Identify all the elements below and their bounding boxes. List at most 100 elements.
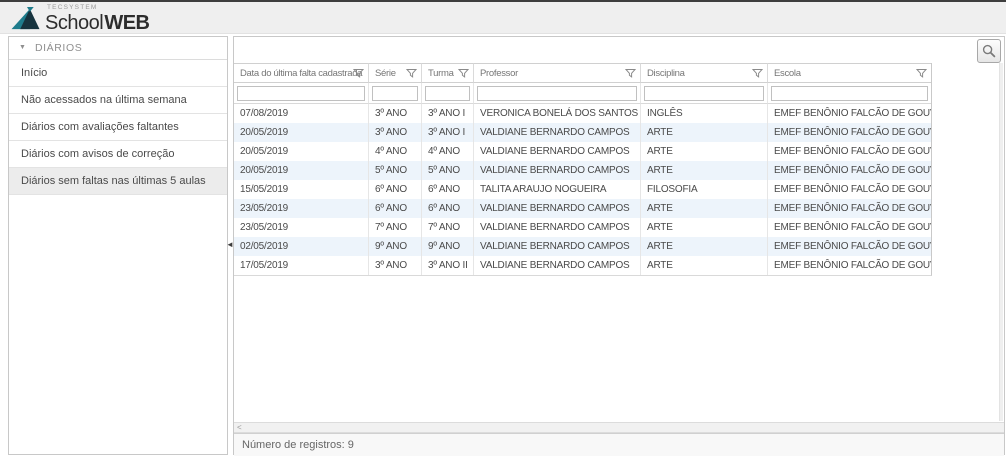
table-cell: 6º ANO xyxy=(369,180,422,199)
table-body: 07/08/20193º ANO3º ANO IVERONICA BONELÁ … xyxy=(234,104,931,275)
sidebar-item-avisos-correcao[interactable]: Diários com avisos de correção xyxy=(9,141,227,168)
table-cell: ARTE xyxy=(641,123,768,142)
sidebar-item-nao-acessados[interactable]: Não acessados na última semana xyxy=(9,87,227,114)
table-cell: FILOSOFIA xyxy=(641,180,768,199)
table-row[interactable]: 20/05/20193º ANO3º ANO IVALDIANE BERNARD… xyxy=(234,123,931,142)
brand-name-secondary: WEB xyxy=(104,12,149,34)
table-cell: VALDIANE BERNARDO CAMPOS xyxy=(474,256,641,275)
table-row[interactable]: 20/05/20194º ANO4º ANOVALDIANE BERNARDO … xyxy=(234,142,931,161)
column-label: Turma xyxy=(428,68,454,79)
filter-funnel-icon[interactable] xyxy=(625,68,636,79)
filter-cell xyxy=(234,83,369,104)
sidebar-group-title: DIÁRIOS xyxy=(35,42,82,54)
status-bar: Número de registros: 9 xyxy=(234,433,1004,456)
table-cell: EMEF BENÔNIO FALCÃO DE GOUVÊA xyxy=(768,237,931,256)
column-header-serie[interactable]: Série xyxy=(369,63,422,83)
table-cell: VALDIANE BERNARDO CAMPOS xyxy=(474,199,641,218)
table-cell: 6º ANO xyxy=(422,199,474,218)
table-cell: 5º ANO xyxy=(422,161,474,180)
table-row[interactable]: 20/05/20195º ANO5º ANOVALDIANE BERNARDO … xyxy=(234,161,931,180)
table-cell: EMEF BENÔNIO FALCÃO DE GOUVÊA xyxy=(768,199,931,218)
table-cell: EMEF BENÔNIO FALCÃO DE GOUVÊA xyxy=(768,142,931,161)
column-header-data-ultima-falta[interactable]: Data do última falta cadastrada xyxy=(234,63,369,83)
table-cell: EMEF BENÔNIO FALCÃO DE GOUVÊA xyxy=(768,180,931,199)
search-icon xyxy=(982,44,996,58)
records-grid: Data do última falta cadastrada Série Tu… xyxy=(234,63,932,276)
table-row[interactable]: 23/05/20196º ANO6º ANOVALDIANE BERNARDO … xyxy=(234,199,931,218)
table-cell: 6º ANO xyxy=(422,180,474,199)
table-cell: 20/05/2019 xyxy=(234,161,369,180)
sidebar-item-avaliacoes-faltantes[interactable]: Diários com avaliações faltantes xyxy=(9,114,227,141)
table-cell: 9º ANO xyxy=(422,237,474,256)
table-row[interactable]: 15/05/20196º ANO6º ANOTALITA ARAUJO NOGU… xyxy=(234,180,931,199)
filter-funnel-icon[interactable] xyxy=(752,68,763,79)
brand-logo: TECSYSTEM School WEB xyxy=(10,5,150,33)
table-cell: 3º ANO I xyxy=(422,104,474,123)
table-cell: ARTE xyxy=(641,237,768,256)
table-cell: 4º ANO xyxy=(369,142,422,161)
filter-input-professor[interactable] xyxy=(477,86,637,101)
filter-cell xyxy=(422,83,474,104)
table-cell: EMEF BENÔNIO FALCÃO DE GOUVÊA xyxy=(768,218,931,237)
filter-cell xyxy=(369,83,422,104)
column-label: Disciplina xyxy=(647,68,685,79)
table-cell: 20/05/2019 xyxy=(234,123,369,142)
filter-input-serie[interactable] xyxy=(372,86,418,101)
table-cell: 7º ANO xyxy=(422,218,474,237)
filter-funnel-icon[interactable] xyxy=(458,68,469,79)
sidebar-diarios: ▼ DIÁRIOS Início Não acessados na última… xyxy=(8,36,228,455)
column-label: Escola xyxy=(774,68,801,79)
sidebar-item-sem-faltas[interactable]: Diários sem faltas nas últimas 5 aulas xyxy=(9,168,227,195)
filter-input-escola[interactable] xyxy=(771,86,928,101)
filter-funnel-icon[interactable] xyxy=(916,68,927,79)
column-label: Professor xyxy=(480,68,518,79)
horizontal-scrollbar[interactable]: < xyxy=(234,422,1004,433)
table-cell: ARTE xyxy=(641,256,768,275)
table-row[interactable]: 17/05/20193º ANO3º ANO IIVALDIANE BERNAR… xyxy=(234,256,931,275)
vertical-scrollbar[interactable] xyxy=(999,63,1003,421)
main-panel: Data do última falta cadastrada Série Tu… xyxy=(233,36,1005,455)
column-header-disciplina[interactable]: Disciplina xyxy=(641,63,768,83)
column-header-escola[interactable]: Escola xyxy=(768,63,931,83)
table-row[interactable]: 02/05/20199º ANO9º ANOVALDIANE BERNARDO … xyxy=(234,237,931,256)
table-cell: VALDIANE BERNARDO CAMPOS xyxy=(474,218,641,237)
table-cell: INGLÊS xyxy=(641,104,768,123)
grid-filter-row xyxy=(234,83,931,104)
column-label: Data do última falta cadastrada xyxy=(240,68,362,79)
table-cell: 02/05/2019 xyxy=(234,237,369,256)
table-row[interactable]: 23/05/20197º ANO7º ANOVALDIANE BERNARDO … xyxy=(234,218,931,237)
brand-name-primary: School xyxy=(45,12,103,34)
table-cell: ARTE xyxy=(641,161,768,180)
table-cell: ARTE xyxy=(641,218,768,237)
table-cell: 07/08/2019 xyxy=(234,104,369,123)
filter-input-disciplina[interactable] xyxy=(644,86,764,101)
table-cell: EMEF BENÔNIO FALCÃO DE GOUVÊA xyxy=(768,104,931,123)
filter-cell xyxy=(641,83,768,104)
table-cell: 3º ANO xyxy=(369,104,422,123)
table-cell: EMEF BENÔNIO FALCÃO DE GOUVÊA xyxy=(768,123,931,142)
filter-cell xyxy=(768,83,931,104)
table-cell: 20/05/2019 xyxy=(234,142,369,161)
sidebar-group-header[interactable]: ▼ DIÁRIOS xyxy=(9,37,227,60)
table-cell: 3º ANO I xyxy=(422,123,474,142)
table-cell: VALDIANE BERNARDO CAMPOS xyxy=(474,123,641,142)
table-cell: ARTE xyxy=(641,142,768,161)
sidebar-item-inicio[interactable]: Início xyxy=(9,60,227,87)
top-bar: TECSYSTEM School WEB xyxy=(0,0,1006,34)
app-window: TECSYSTEM School WEB ▼ DIÁRIOS Início Nã… xyxy=(0,0,1006,457)
hscroll-left-arrow-icon[interactable]: < xyxy=(237,423,242,432)
column-header-turma[interactable]: Turma xyxy=(422,63,474,83)
search-button[interactable] xyxy=(977,39,1001,63)
filter-funnel-icon[interactable] xyxy=(353,68,364,79)
brand-name: School WEB xyxy=(45,12,150,34)
table-cell: 6º ANO xyxy=(369,199,422,218)
table-cell: ARTE xyxy=(641,199,768,218)
filter-input-data[interactable] xyxy=(237,86,365,101)
column-header-professor[interactable]: Professor xyxy=(474,63,641,83)
table-row[interactable]: 07/08/20193º ANO3º ANO IVERONICA BONELÁ … xyxy=(234,104,931,123)
filter-funnel-icon[interactable] xyxy=(406,68,417,79)
collapse-arrow-icon[interactable]: ▼ xyxy=(19,44,26,51)
filter-input-turma[interactable] xyxy=(425,86,470,101)
table-cell: EMEF BENÔNIO FALCÃO DE GOUVÊA xyxy=(768,161,931,180)
table-cell: VERONICA BONELÁ DOS SANTOS xyxy=(474,104,641,123)
